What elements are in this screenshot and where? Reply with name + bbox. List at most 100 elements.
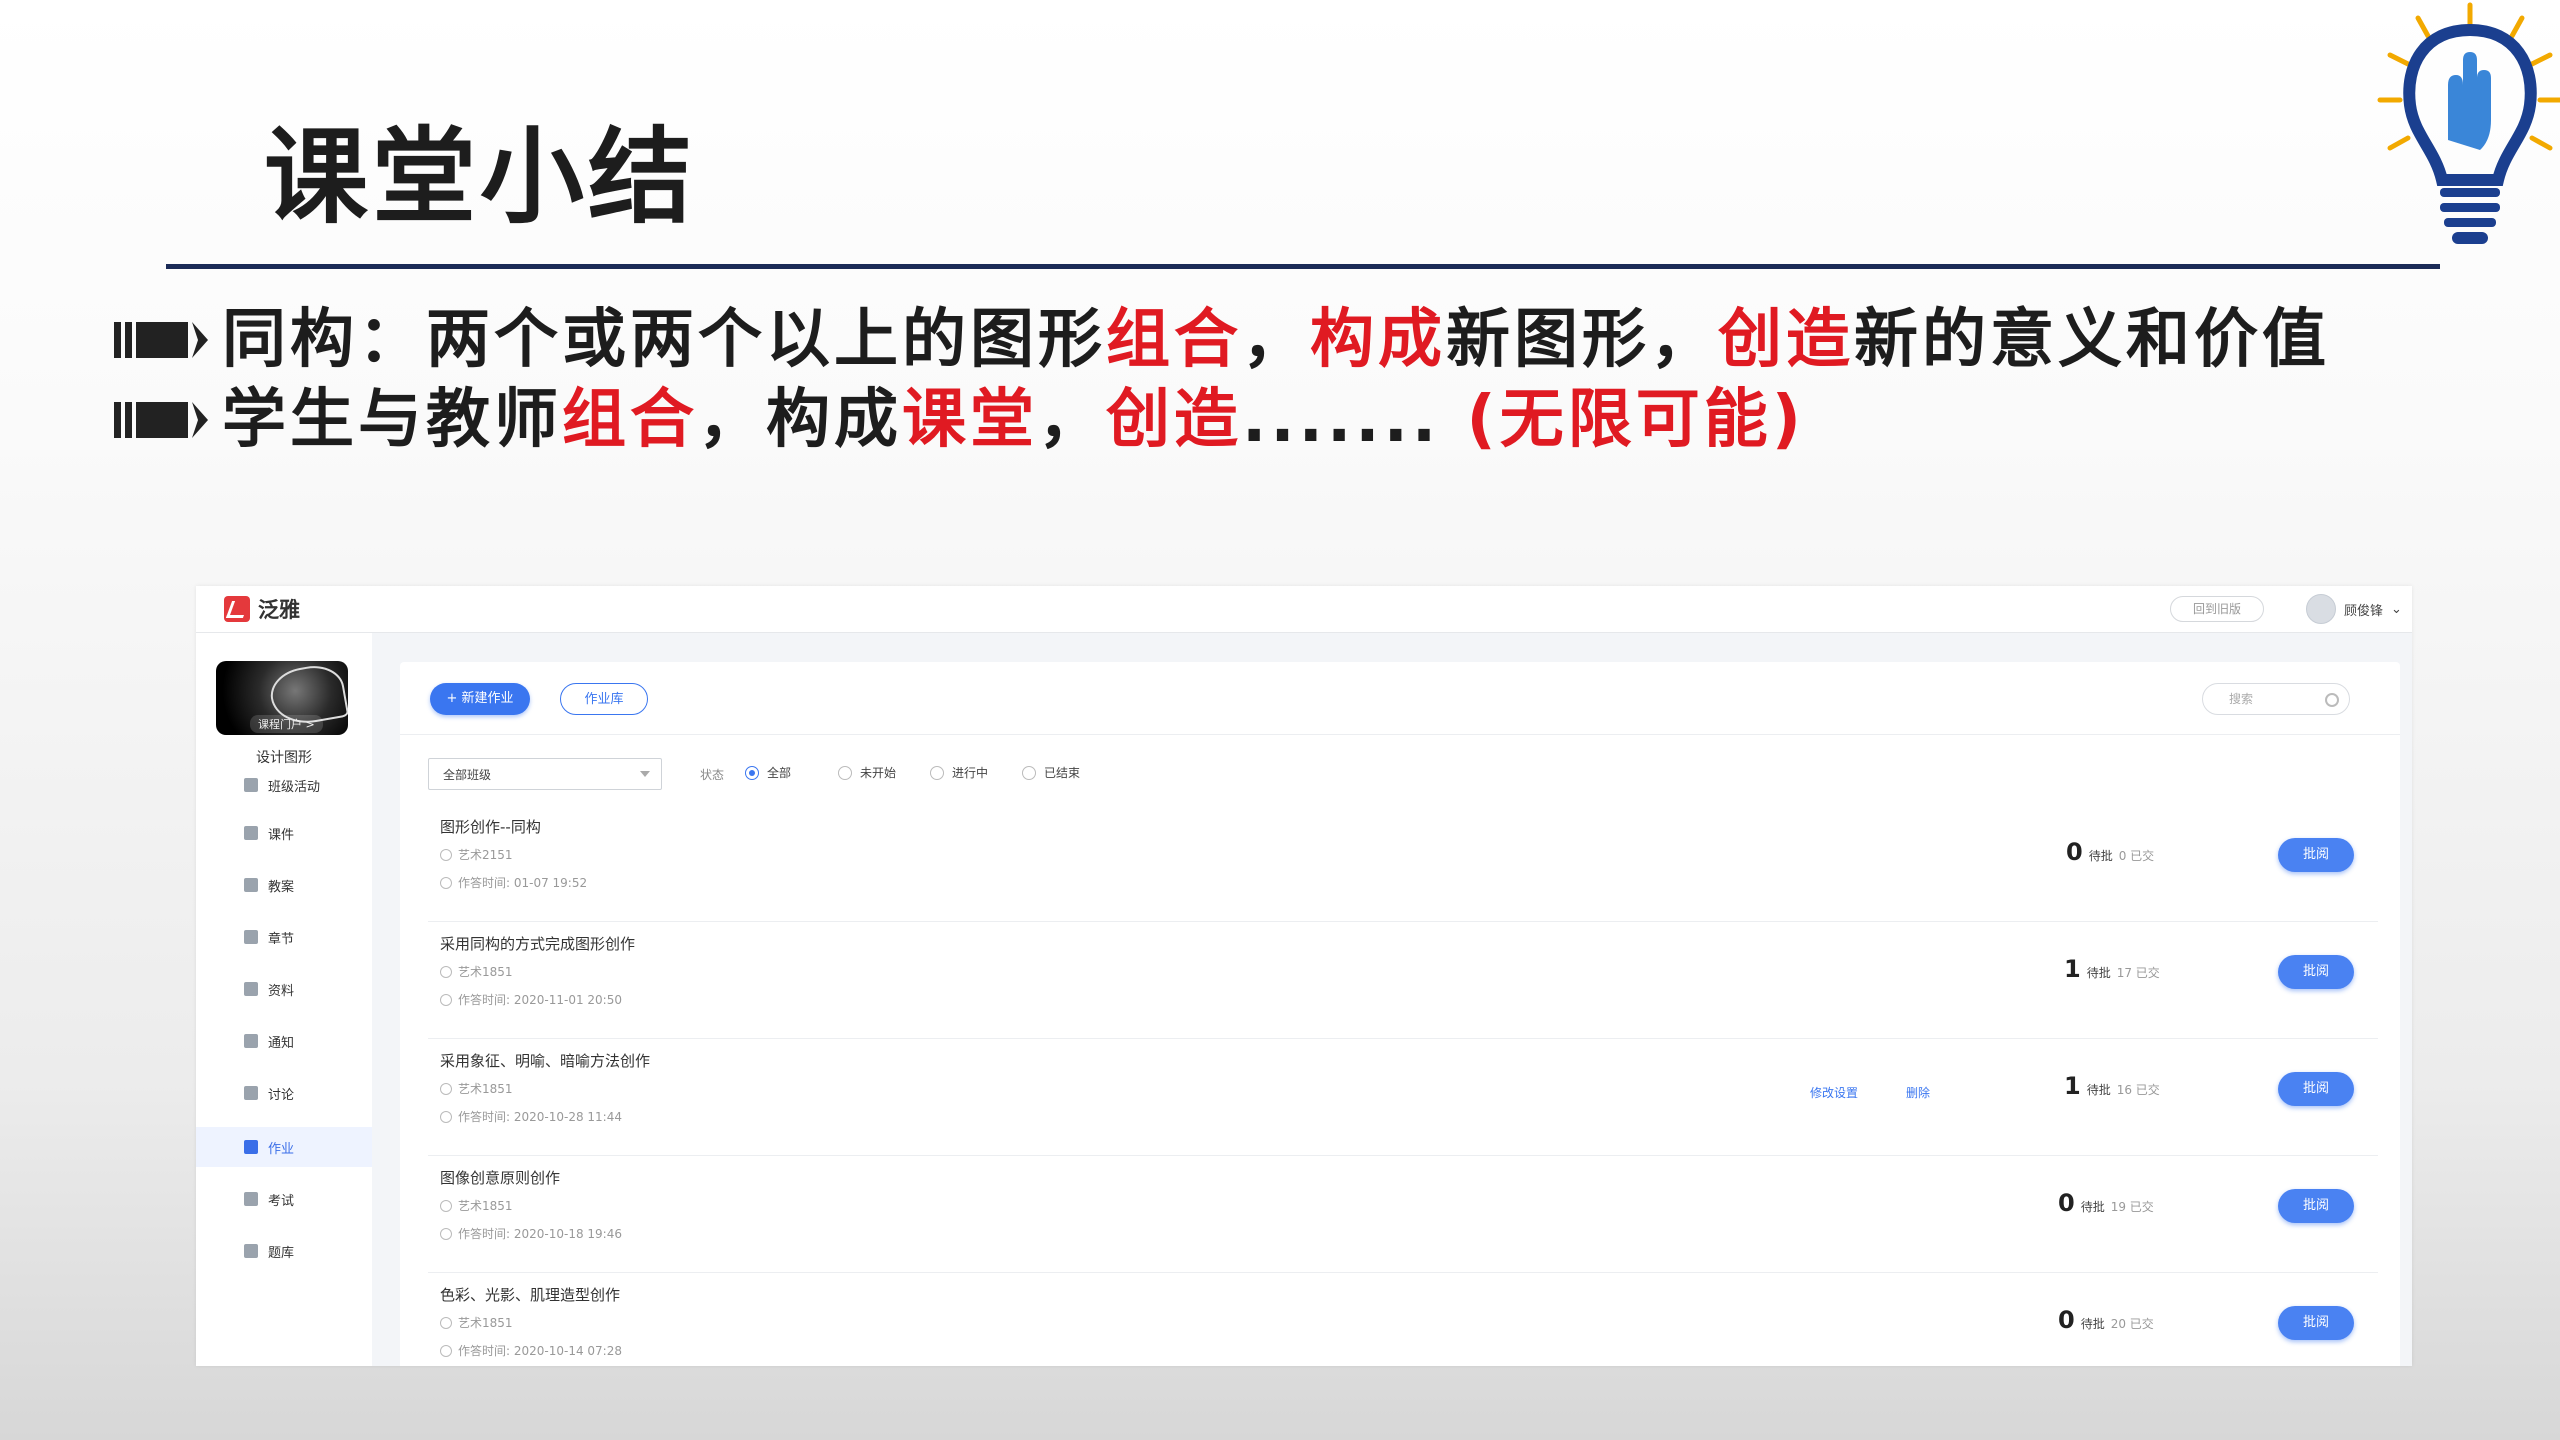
homework-time: 作答时间: 2020-11-01 20:50: [440, 991, 622, 1008]
sidebar-item-materials[interactable]: 资料: [196, 969, 372, 1009]
lightbulb-icon: [2377, 2, 2560, 244]
user-menu[interactable]: 顾俊锋 ⌄: [2306, 594, 2402, 624]
status-filter-ended[interactable]: 已结束: [1022, 764, 1080, 781]
bullet-1-seg-3: ，: [1242, 303, 1310, 377]
edit-settings-link[interactable]: 修改设置: [1810, 1084, 1858, 1101]
pending-count: 0: [2058, 1306, 2075, 1334]
homework-counts: 1 待批 16 已交: [2064, 1072, 2160, 1100]
status-filter-all[interactable]: 全部: [745, 764, 791, 781]
bullet-1: 同构：两个或两个以上的图形组合，构成新图形，创造新的意义和价值: [112, 300, 2412, 380]
homework-title[interactable]: 采用象征、明喻、暗喻方法创作: [440, 1050, 650, 1071]
homework-time-text: 作答时间: 2020-10-18 19:46: [458, 1227, 622, 1241]
class-select[interactable]: 全部班级: [428, 758, 662, 790]
status-filter-not-started[interactable]: 未开始: [838, 764, 896, 781]
sidebar-item-class-activity[interactable]: 班级活动: [196, 765, 372, 805]
status-filter-in-progress[interactable]: 进行中: [930, 764, 988, 781]
summary-bullets: 同构：两个或两个以上的图形组合，构成新图形，创造新的意义和价值 学生与教师组合，…: [112, 300, 2412, 460]
bullet-2-text: 学生与教师组合，构成课堂，创造....... (无限可能): [222, 380, 2412, 460]
avatar: [2306, 594, 2336, 624]
homework-row[interactable]: 采用象征、明喻、暗喻方法创作 艺术1851 作答时间: 2020-10-28 1…: [428, 1038, 2378, 1156]
back-to-old-version-button[interactable]: 回到旧版: [2170, 596, 2264, 622]
folder-icon: [244, 982, 258, 996]
bullet-1-seg-1: 同构：两个或两个以上的图形: [222, 303, 1106, 377]
people-icon: [440, 848, 452, 861]
pending-label: 待批: [2080, 1317, 2105, 1331]
homework-class: 艺术1851: [440, 963, 513, 980]
pending-count: 0: [2066, 838, 2083, 866]
sidebar-item-discussion[interactable]: 讨论: [196, 1073, 372, 1113]
clock-icon: [440, 876, 452, 889]
bullet-2: 学生与教师组合，构成课堂，创造....... (无限可能): [112, 380, 2412, 460]
new-homework-button[interactable]: + 新建作业: [430, 683, 530, 715]
title-underline: [166, 264, 2440, 269]
course-cover-image[interactable]: 课程门户 >: [216, 661, 348, 735]
homework-class: 艺术1851: [440, 1197, 513, 1214]
homework-counts: 0 待批 19 已交: [2058, 1189, 2154, 1217]
homework-counts: 1 待批 17 已交: [2064, 955, 2160, 983]
homework-time: 作答时间: 01-07 19:52: [440, 874, 587, 891]
mark-button[interactable]: 批阅: [2278, 955, 2354, 989]
bullet-1-seg-6: 创造: [1718, 303, 1854, 377]
bullet-2-seg-1: 学生与教师: [222, 383, 562, 457]
people-icon: [440, 1199, 452, 1212]
sidebar-item-label: 通知: [268, 1035, 295, 1051]
homework-title[interactable]: 图像创意原则创作: [440, 1167, 560, 1188]
bullet-arrow-icon: [112, 300, 222, 380]
edit-icon: [244, 1140, 258, 1154]
homework-row[interactable]: 色彩、光影、肌理造型创作 艺术1851 作答时间: 2020-10-14 07:…: [428, 1272, 2378, 1366]
sidebar-item-notices[interactable]: 通知: [196, 1021, 372, 1061]
status-label: 状态: [700, 768, 725, 782]
homework-title[interactable]: 图形创作--同构: [440, 816, 541, 837]
pending-count: 1: [2064, 1072, 2081, 1100]
sidebar-item-label: 资料: [268, 983, 295, 999]
sidebar-item-question-bank[interactable]: 题库: [196, 1231, 372, 1271]
sidebar-item-label: 考试: [268, 1193, 295, 1209]
sidebar-item-exam[interactable]: 考试: [196, 1179, 372, 1219]
mark-button[interactable]: 批阅: [2278, 1189, 2354, 1223]
pending-count: 0: [2058, 1189, 2075, 1217]
search-input[interactable]: 搜索: [2202, 683, 2350, 715]
sidebar-item-courseware[interactable]: 课件: [196, 813, 372, 853]
course-portal-link[interactable]: 课程门户 >: [250, 715, 323, 733]
radio-icon: [930, 765, 944, 780]
sidebar-item-chapters[interactable]: 章节: [196, 917, 372, 957]
sidebar-item-label: 教案: [268, 879, 295, 895]
mark-button[interactable]: 批阅: [2278, 838, 2354, 872]
delete-link[interactable]: 删除: [1906, 1084, 1930, 1101]
radio-label: 已结束: [1044, 766, 1081, 780]
pending-label: 待批: [2080, 1200, 2105, 1214]
course-name: 设计图形: [256, 750, 312, 766]
radio-label: 未开始: [860, 766, 897, 780]
slide-title: 课堂小结: [264, 116, 697, 238]
sidebar-item-label: 班级活动: [268, 779, 321, 795]
homework-class-text: 艺术1851: [458, 1316, 513, 1330]
homework-row[interactable]: 图像创意原则创作 艺术1851 作答时间: 2020-10-18 19:46 0…: [428, 1155, 2378, 1273]
homework-panel: + 新建作业 作业库 搜索 全部班级 状态 全部 未开始 进行中 已结束 图形创…: [400, 662, 2400, 1366]
bullet-1-seg-4: 构成: [1310, 303, 1446, 377]
speaker-icon: [244, 1034, 258, 1048]
bullet-1-seg-7: 新的意义和价值: [1854, 303, 2330, 377]
sidebar-item-lesson-plan[interactable]: 教案: [196, 865, 372, 905]
homework-title[interactable]: 色彩、光影、肌理造型创作: [440, 1284, 620, 1305]
radio-icon: [745, 765, 759, 780]
homework-row[interactable]: 采用同构的方式完成图形创作 艺术1851 作答时间: 2020-11-01 20…: [428, 921, 2378, 1039]
homework-counts: 0 待批 20 已交: [2058, 1306, 2154, 1334]
brand[interactable]: 泛雅: [224, 594, 300, 624]
mark-button[interactable]: 批阅: [2278, 1306, 2354, 1340]
radio-label: 进行中: [952, 766, 989, 780]
grid-icon: [244, 778, 258, 792]
sidebar-item-homework[interactable]: 作业: [196, 1127, 372, 1167]
bullet-1-text: 同构：两个或两个以上的图形组合，构成新图形，创造新的意义和价值: [222, 300, 2412, 380]
sidebar-item-label: 章节: [268, 931, 295, 947]
mark-button[interactable]: 批阅: [2278, 1072, 2354, 1106]
homework-class: 艺术1851: [440, 1080, 513, 1097]
homework-row[interactable]: 图形创作--同构 艺术2151 作答时间: 01-07 19:52 0 待批 0 已…: [428, 804, 2378, 922]
homework-class-text: 艺术1851: [458, 1082, 513, 1096]
homework-time-text: 作答时间: 2020-10-14 07:28: [458, 1344, 622, 1358]
submitted-count: 19 已交: [2110, 1200, 2154, 1214]
bullet-1-seg-2: 组合: [1106, 303, 1242, 377]
pending-count: 1: [2064, 955, 2081, 983]
homework-title[interactable]: 采用同构的方式完成图形创作: [440, 933, 635, 954]
bullet-2-seg-2: 组合: [562, 383, 698, 457]
homework-library-button[interactable]: 作业库: [560, 683, 648, 715]
